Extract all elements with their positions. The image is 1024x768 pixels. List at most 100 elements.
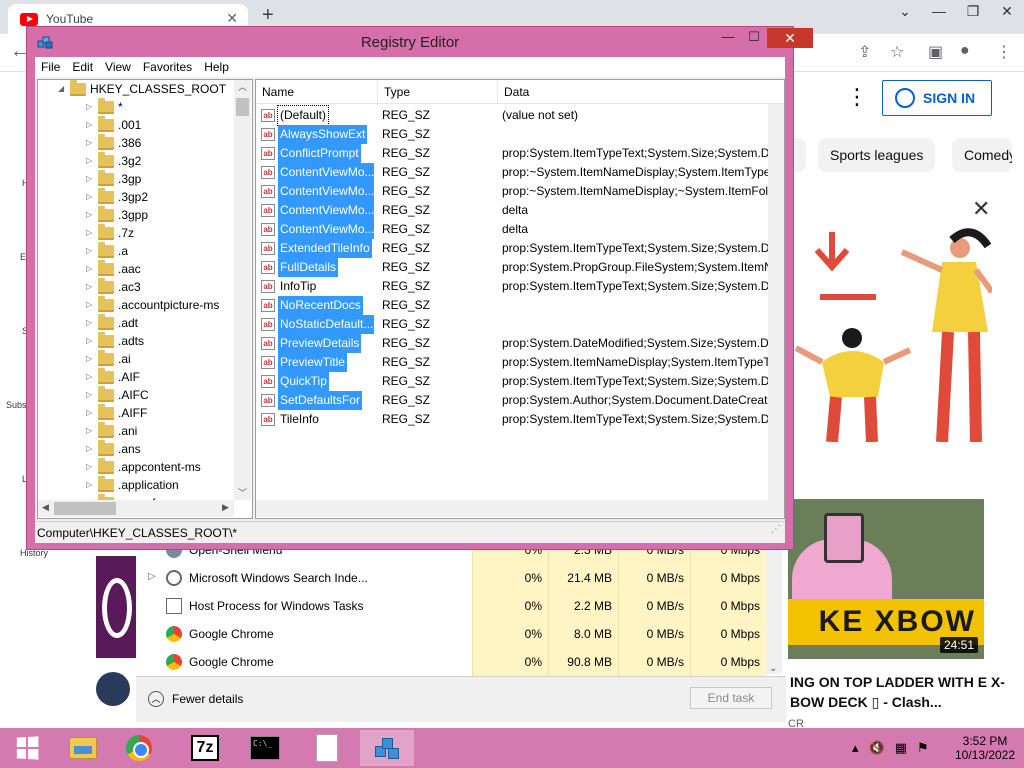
expand-triangle-icon[interactable]: ▷ [86, 350, 96, 368]
chip-sports-leagues[interactable]: Sports leagues [818, 138, 936, 172]
list-item[interactable]: ab ContentViewMo... REG_SZ prop:~System.Ite… [256, 182, 784, 201]
taskbar-command-prompt[interactable]: C:\_ [238, 730, 292, 766]
action-center-icon[interactable]: ⚑ [917, 740, 929, 756]
expand-triangle-icon[interactable]: ▷ [86, 476, 96, 494]
scroll-left-arrow-icon[interactable]: ◀ [42, 502, 49, 513]
share-icon[interactable]: ⇪ [858, 42, 871, 62]
expand-triangle-icon[interactable]: ▷ [86, 458, 96, 476]
list-item[interactable]: ab PreviewDetails REG_SZ prop:System.DateMo… [256, 334, 784, 353]
fewer-details-link[interactable]: Fewer details [172, 692, 243, 706]
registry-titlebar[interactable]: Registry Editor — ☐ ✕ [27, 27, 813, 57]
taskbar-chrome[interactable] [112, 730, 166, 766]
side-panel-icon[interactable]: ▣ [928, 42, 943, 62]
table-row[interactable]: ▷ Microsoft Windows Search Inde... 0% 21… [136, 564, 786, 592]
expand-chevron-icon[interactable]: ▷ [148, 571, 156, 582]
ad-close-icon[interactable]: ✕ [972, 196, 990, 222]
sign-in-button[interactable]: SIGN IN [882, 80, 992, 116]
tab-close-button[interactable]: ✕ [226, 10, 238, 27]
expand-triangle-icon[interactable]: ▷ [86, 278, 96, 296]
collapse-triangle-icon[interactable]: ◢ [58, 80, 68, 98]
show-hidden-icons-icon[interactable]: ▴ [852, 740, 859, 756]
end-task-button[interactable]: End task [690, 687, 772, 709]
taskbar-7zip[interactable]: 7z [178, 730, 232, 766]
expand-triangle-icon[interactable]: ▷ [86, 296, 96, 314]
list-item[interactable]: ab (Default) REG_SZ (value not set) [256, 105, 784, 126]
tree-horizontal-scrollbar[interactable]: ◀ ▶ [38, 500, 234, 517]
expand-triangle-icon[interactable]: ▷ [86, 188, 96, 206]
chrome-close-button[interactable]: ✕ [990, 0, 1024, 30]
expand-triangle-icon[interactable]: ▷ [86, 386, 96, 404]
left-video-thumbnail[interactable] [96, 556, 136, 658]
expand-triangle-icon[interactable]: ▷ [86, 404, 96, 422]
values-list[interactable]: Name Type Data ab (Default) REG_SZ (value n… [255, 79, 785, 519]
menu-favorites[interactable]: Favorites [137, 57, 198, 77]
taskbar-file-explorer[interactable] [56, 730, 110, 766]
list-item[interactable]: ab AlwaysShowExt REG_SZ [256, 125, 784, 144]
nav-subscriptions-label[interactable]: Subs [6, 400, 27, 410]
collapse-chevron-icon[interactable]: ︿ [148, 691, 164, 707]
expand-triangle-icon[interactable]: ▷ [86, 368, 96, 386]
chrome-menu-icon[interactable]: ⋮ [996, 42, 1012, 62]
expand-triangle-icon[interactable]: ▷ [86, 260, 96, 278]
column-header-type[interactable]: Type [378, 80, 498, 104]
expand-triangle-icon[interactable]: ▷ [86, 440, 96, 458]
list-item[interactable]: ab ContentViewMo... REG_SZ prop:~System.Ite… [256, 163, 784, 182]
bookmark-star-icon[interactable]: ☆ [890, 42, 904, 62]
expand-triangle-icon[interactable]: ▷ [86, 170, 96, 188]
column-header-data[interactable]: Data [498, 80, 784, 104]
chip-comedy[interactable]: Comedy [952, 138, 1012, 172]
scroll-down-arrow-icon[interactable]: ⌄ [769, 663, 777, 674]
youtube-settings-menu-icon[interactable]: ⋮ [846, 84, 868, 110]
scroll-right-arrow-icon[interactable]: ▶ [222, 502, 229, 513]
list-item[interactable]: ab QuickTip REG_SZ prop:System.ItemTypeText… [256, 372, 784, 391]
video-title[interactable]: ING ON TOP LADDER WITH E X-BOW DECK ▯ - … [790, 672, 1010, 712]
menu-file[interactable]: File [35, 57, 66, 77]
list-item[interactable]: ab ContentViewMo... REG_SZ delta [256, 201, 784, 220]
list-item[interactable]: ab NoStaticDefault... REG_SZ [256, 315, 784, 334]
new-tab-button[interactable]: + [262, 4, 274, 27]
chrome-tab-search-button[interactable]: ⌄ [888, 0, 922, 30]
list-item[interactable]: ab ConflictPrompt REG_SZ prop:System.ItemTy… [256, 144, 784, 163]
network-icon[interactable]: ▦ [895, 740, 907, 756]
expand-triangle-icon[interactable]: ▷ [86, 242, 96, 260]
taskbar-registry-editor[interactable] [360, 730, 414, 766]
key-tree[interactable]: ◢ HKEY_CLASSES_ROOT ▷ * ▷ .001 ▷ .386 ▷ .3g2 ▷ .3gp… [37, 79, 253, 519]
expand-triangle-icon[interactable]: ▷ [86, 116, 96, 134]
clock[interactable]: 3:52 PM 10/13/2022 [950, 734, 1020, 762]
table-row[interactable]: Google Chrome 0% 8.0 MB 0 MB/s 0 Mbps [136, 620, 786, 648]
column-header-name[interactable]: Name [256, 80, 378, 104]
channel-avatar[interactable] [96, 672, 130, 706]
list-item[interactable]: ab NoRecentDocs REG_SZ [256, 296, 784, 315]
close-button[interactable]: ✕ [767, 28, 813, 48]
chrome-restore-button[interactable]: ❐ [956, 0, 990, 30]
expand-triangle-icon[interactable]: ▷ [86, 98, 96, 116]
list-item[interactable]: ab ContentViewMo... REG_SZ delta [256, 220, 784, 239]
menu-view[interactable]: View [99, 57, 137, 77]
profile-icon[interactable]: ● [960, 42, 970, 60]
scroll-up-arrow-icon[interactable]: ︿ [234, 80, 251, 93]
tree-vertical-scrollbar[interactable]: ︿ ﹀ [234, 80, 251, 500]
minimize-button[interactable]: — [715, 28, 741, 48]
maximize-button[interactable]: ☐ [741, 28, 767, 48]
list-item[interactable]: ab InfoTip REG_SZ prop:System.ItemTypeText;… [256, 277, 784, 296]
values-horizontal-scrollbar[interactable] [256, 500, 784, 517]
expand-triangle-icon[interactable]: ▷ [86, 422, 96, 440]
expand-triangle-icon[interactable]: ▷ [86, 206, 96, 224]
taskbar-notepad[interactable] [300, 730, 354, 766]
menu-help[interactable]: Help [198, 57, 235, 77]
table-row[interactable]: Google Chrome 0% 90.8 MB 0 MB/s 0 Mbps [136, 648, 786, 676]
expand-triangle-icon[interactable]: ▷ [86, 134, 96, 152]
list-item[interactable]: ab SetDefaultsFor REG_SZ prop:System.Author… [256, 391, 784, 410]
list-item[interactable]: ab ExtendedTileInfo REG_SZ prop:System.Item… [256, 239, 784, 258]
volume-muted-icon[interactable]: 🔇 [869, 740, 885, 756]
expand-triangle-icon[interactable]: ▷ [86, 152, 96, 170]
video-thumbnail[interactable]: KE XBOW 24:51 [788, 499, 984, 659]
chrome-minimize-button[interactable]: — [922, 0, 956, 30]
list-item[interactable]: ab TileInfo REG_SZ prop:System.ItemTypeText… [256, 410, 784, 429]
values-vertical-scrollbar[interactable] [768, 104, 784, 500]
scroll-thumb[interactable] [54, 502, 116, 515]
start-button[interactable] [0, 730, 54, 766]
task-manager-scrollbar[interactable]: ⌄ [766, 550, 782, 674]
expand-triangle-icon[interactable]: ▷ [86, 314, 96, 332]
list-item[interactable]: ab PreviewTitle REG_SZ prop:System.ItemName… [256, 353, 784, 372]
